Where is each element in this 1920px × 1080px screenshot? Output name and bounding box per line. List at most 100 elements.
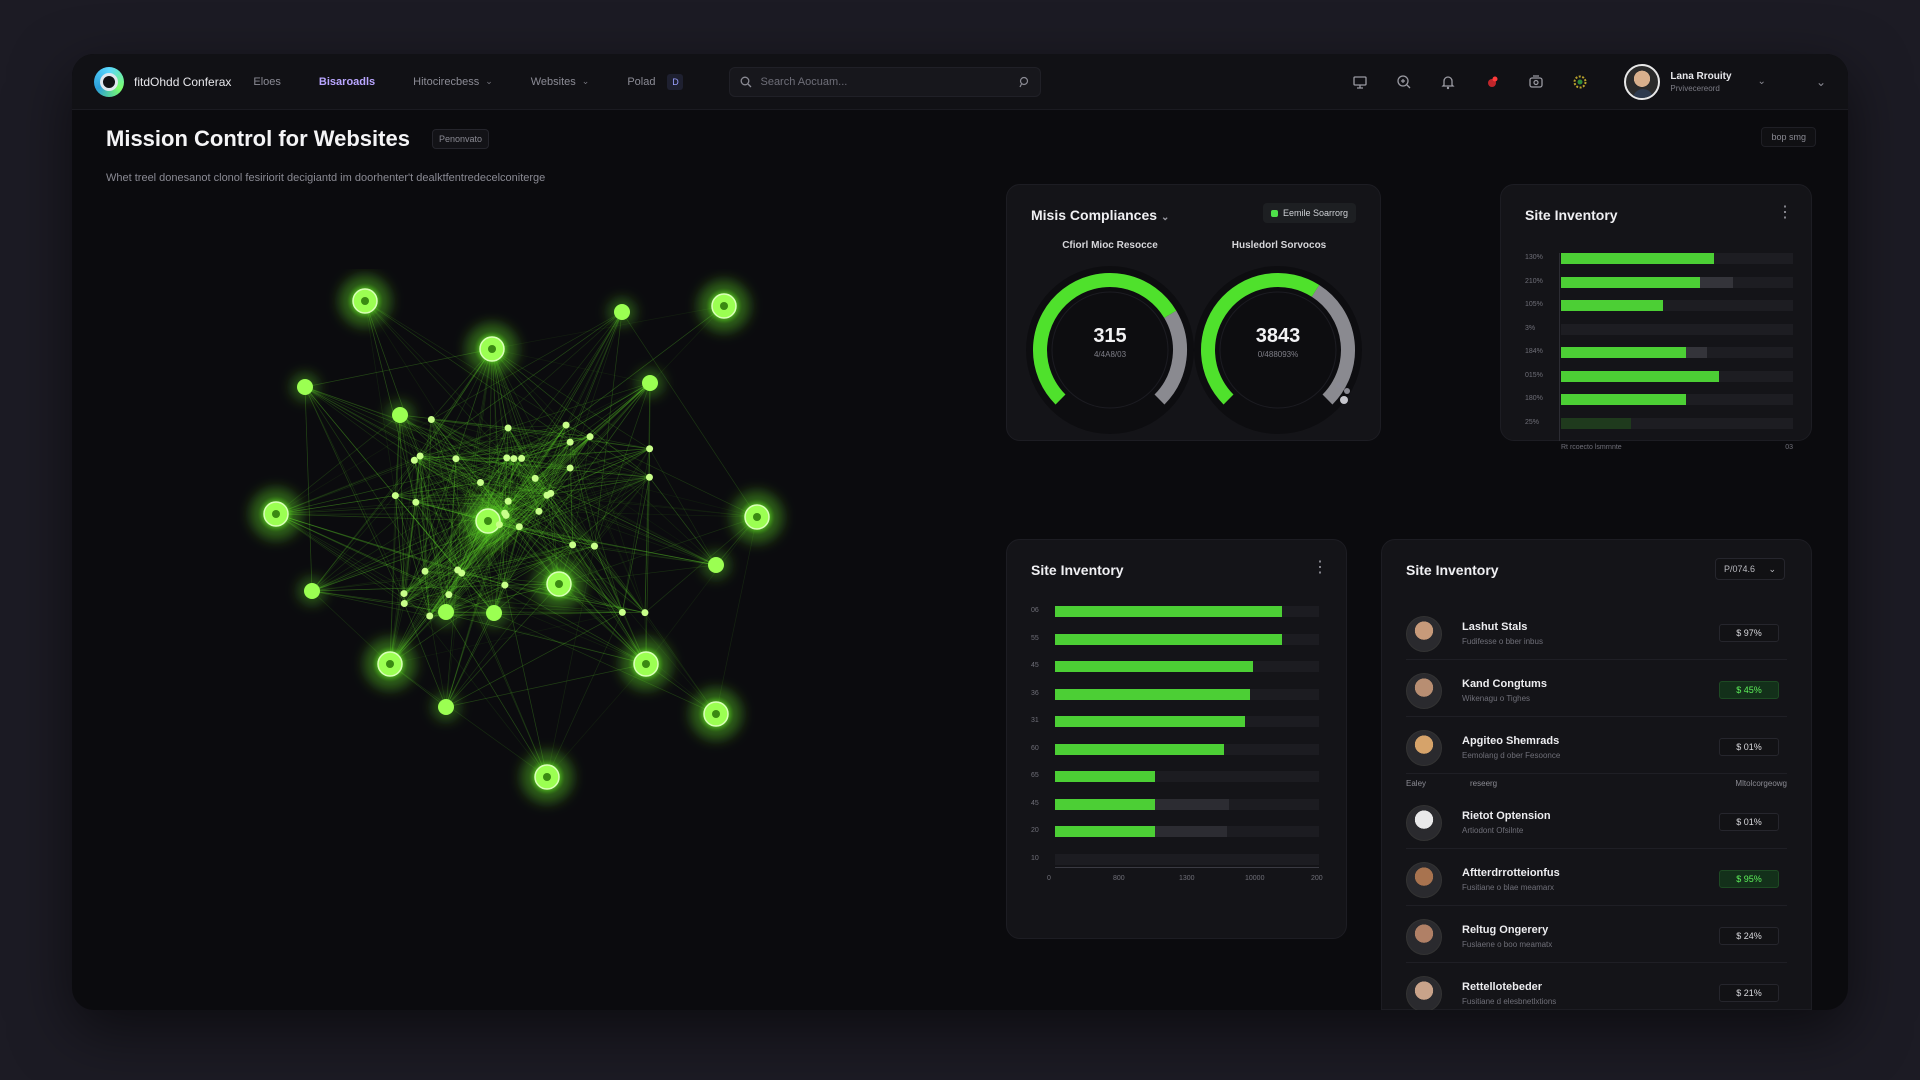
top-right-button[interactable]: bop smg (1761, 127, 1816, 147)
search-bar (729, 66, 1042, 97)
avatar (1406, 730, 1442, 766)
period-dropdown[interactable]: P/074.6 ⌄ (1715, 558, 1785, 580)
nav-item-polad[interactable]: Polad D (627, 73, 684, 90)
user-menu[interactable]: Lana Rrouity Prvivecereord ⌄ (1624, 63, 1766, 100)
axis-tick-label: 184% (1525, 348, 1543, 355)
axis-line (1055, 867, 1319, 868)
chevron-down-icon: ⌄ (1160, 212, 1170, 223)
gauge-label-2: Husledorl Sorvocos (1231, 240, 1327, 251)
search-input[interactable] (760, 75, 1011, 88)
bar[interactable] (1055, 798, 1156, 810)
settings-icon[interactable] (1570, 72, 1590, 92)
list-item-subtitle: Eemolang d ober Fesoonce (1462, 751, 1561, 760)
bar[interactable] (1055, 826, 1156, 837)
bar[interactable] (1561, 300, 1664, 311)
bar[interactable] (1561, 370, 1719, 382)
list-item[interactable]: Rettellotebeder Fusitiane d elesbnetlxtio… (1406, 966, 1787, 1010)
nav-item-hitocirecbess[interactable]: Hitocirecbess ⌄ (413, 76, 493, 88)
chevron-down-icon[interactable]: ⌄ (1758, 76, 1766, 87)
list-item-subtitle: Fudifesse o bber inbus (1462, 637, 1543, 646)
user-name: Lana Rrouity (1670, 70, 1732, 82)
list-item-subtitle: Fuslaene o boo meamatx (1462, 940, 1553, 949)
list-item[interactable]: Kand Congtums Wikenagu o Tighes $ 45% (1406, 663, 1787, 717)
more-options-icon[interactable]: ⋮ (1312, 560, 1328, 576)
list-item-value: $ 24% (1719, 927, 1779, 945)
status-pill[interactable]: Eemile Soarrorg (1262, 203, 1356, 223)
list-item[interactable]: Lashut Stals Fudifesse o bber inbus $ 97% (1406, 606, 1787, 660)
page-subtitle: Whet treel donesanot clonol fesiriorit d… (106, 172, 546, 184)
monitor-icon[interactable] (1350, 72, 1370, 92)
bar[interactable] (1055, 633, 1283, 645)
axis-tick-label: 45 (1031, 662, 1039, 669)
bar-track (1561, 323, 1793, 335)
bar[interactable] (1561, 276, 1701, 288)
zoom-icon[interactable] (1394, 72, 1414, 92)
site-inventory-list-card: Site Inventory P/074.6 ⌄ Lashut Stals Fudi… (1381, 539, 1812, 1010)
axis-tick-label: 65 (1031, 772, 1039, 779)
bar[interactable] (1561, 347, 1687, 358)
gauge-sub-2: 0/488093% (1257, 350, 1299, 359)
list-item-value: $ 45% (1719, 681, 1779, 699)
title-badge[interactable]: Penonvato (432, 129, 490, 149)
bar[interactable] (1055, 771, 1156, 782)
nav-item-websites[interactable]: Websites ⌄ (531, 76, 590, 88)
axis-tick-label: 45 (1031, 799, 1039, 807)
axis-footer-right: 03 (1785, 444, 1793, 451)
chevron-down-icon: ⌄ (1768, 563, 1776, 574)
axis-tick-label: 130% (1525, 254, 1543, 261)
bar[interactable] (1055, 606, 1283, 617)
list-item-name: Reltug Ongerery (1462, 924, 1549, 936)
axis-tick-label: 31 (1031, 717, 1039, 724)
list-item-subtitle: Fusitiane o blae meamarx (1462, 883, 1555, 892)
axis-tick-label: 20 (1031, 827, 1039, 834)
avatar (1406, 673, 1442, 709)
more-options-icon[interactable]: ⋮ (1777, 205, 1793, 221)
axis-tick-label: 3% (1525, 324, 1536, 332)
list-item-subtitle: Fusitiane d elesbnetlxtions (1462, 997, 1557, 1006)
site-inventory-card-mid: Site Inventory ⋮ 06 55 45 36 31 60 65 45 20 10 0 80… (1006, 539, 1347, 939)
logo-icon[interactable] (94, 66, 124, 97)
gauge-value-2: 3843 (1255, 325, 1301, 347)
list-item-value: $ 95% (1719, 870, 1779, 888)
list-item-name: Lashut Stals (1462, 621, 1528, 633)
list-item[interactable]: Rietot Optension Artiodont Ofsilnte $ 01% (1406, 795, 1787, 849)
bar[interactable] (1055, 688, 1251, 700)
bar[interactable] (1561, 253, 1715, 264)
top-navigation-bar: fitdOhdd Conferax Eloes Bisaroadls Hitoc… (72, 54, 1848, 110)
page-title: Mission Control for Websites (106, 126, 410, 151)
bar-chart-small: 130% 210% 105% 3% 184% 015% 180% 25% Rt rcoecto … (1525, 253, 1793, 451)
card-title[interactable]: Misis Compliances ⌄ (1031, 207, 1169, 223)
expand-chevron-icon[interactable]: ⌄ (1816, 75, 1826, 89)
nav-item-bisaroadls[interactable]: Bisaroadls (319, 76, 375, 88)
alert-icon[interactable] (1482, 72, 1502, 92)
status-dot (1270, 209, 1278, 217)
bell-icon[interactable] (1438, 72, 1458, 92)
list-item[interactable]: Reltug Ongerery Fuslaene o boo meamatx $ 2… (1406, 909, 1787, 963)
user-search-icon[interactable] (1018, 76, 1030, 88)
list-item[interactable]: Aftterdrrotteionfus Fusitiane o blae meam… (1406, 852, 1787, 906)
x-tick-label: 1300 (1179, 875, 1195, 882)
compliance-card: Misis Compliances ⌄ Eemile Soarrorg Cfio… (1006, 184, 1381, 441)
axis-tick-label: 55 (1031, 634, 1039, 642)
list-item-name: Rietot Optension (1462, 810, 1551, 822)
axis-tick-label: 210% (1525, 277, 1543, 285)
app-window: fitdOhdd Conferax Eloes Bisaroadls Hitoc… (72, 54, 1848, 1010)
axis-tick-label: 180% (1525, 395, 1543, 402)
x-tick-label: 0 (1047, 875, 1051, 882)
list-item-name: Aftterdrrotteionfus (1462, 867, 1560, 879)
list-item-name: Rettellotebeder (1462, 981, 1543, 993)
bar[interactable] (1055, 716, 1246, 727)
card-title: Site Inventory (1406, 562, 1499, 578)
nav-item-eloes[interactable]: Eloes (253, 76, 281, 88)
list-item-subtitle: Wikenagu o Tighes (1462, 694, 1531, 703)
axis-footer-left: Rt rcoecto lsmrnnte (1561, 444, 1622, 451)
bar[interactable] (1055, 661, 1253, 672)
bar[interactable] (1561, 394, 1687, 405)
gallery-icon[interactable] (1526, 72, 1546, 92)
gauge-sub-1: 4/4A8/03 (1093, 350, 1127, 359)
axis-tick-label: 10 (1031, 854, 1039, 862)
list-item[interactable]: Apgiteo Shemrads Eemolang d ober Fesoonce… (1406, 720, 1787, 774)
list-item-value: $ 01% (1719, 813, 1779, 831)
list-item-value: $ 21% (1719, 984, 1779, 1002)
bar[interactable] (1055, 743, 1224, 755)
